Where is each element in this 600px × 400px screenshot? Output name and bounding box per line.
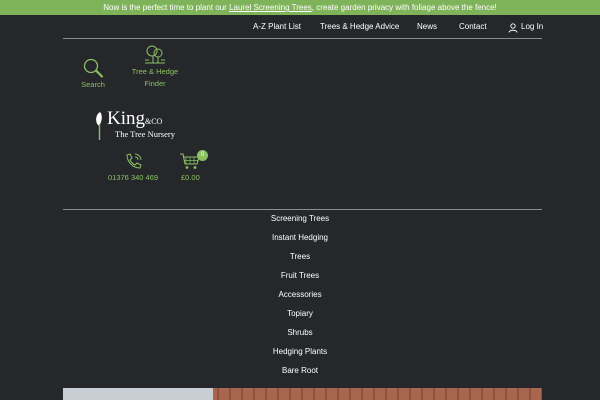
menu-instant-hedging[interactable]: Instant Hedging <box>0 233 600 242</box>
finder-label-line1: Tree & Hedge <box>131 67 179 76</box>
menu-fruit-trees[interactable]: Fruit Trees <box>0 271 600 280</box>
promo-text-end: , create garden privacy with foliage abo… <box>311 3 497 12</box>
promo-banner: Now is the perfect time to plant our Lau… <box>0 0 600 15</box>
promo-text-start: Now is the perfect time to plant our <box>103 3 230 12</box>
finder-label-line2: Finder <box>144 79 166 88</box>
menu-bare-root[interactable]: Bare Root <box>0 366 600 375</box>
search-icon <box>83 58 104 78</box>
menu-shrubs[interactable]: Shrubs <box>0 328 600 337</box>
menu-accessories[interactable]: Accessories <box>0 290 600 299</box>
nav-contact[interactable]: Contact <box>459 22 487 31</box>
tree-logo-icon <box>96 112 102 140</box>
nav-trees-hedge-advice[interactable]: Trees & Hedge Advice <box>320 22 399 31</box>
menu-hedging-plants[interactable]: Hedging Plants <box>0 347 600 356</box>
nav-login[interactable]: Log In <box>521 22 543 31</box>
menu-divider <box>63 209 542 210</box>
menu-topiary[interactable]: Topiary <box>0 309 600 318</box>
user-icon[interactable] <box>508 23 518 33</box>
header-divider <box>63 38 542 39</box>
logo-tagline: The Tree Nursery <box>115 129 175 139</box>
cart-total[interactable]: £0.00 <box>181 173 200 182</box>
phone-number[interactable]: 01376 340 469 <box>108 173 158 182</box>
cart-count-badge: 0 <box>197 150 208 161</box>
menu-screening-trees[interactable]: Screening Trees <box>0 214 600 223</box>
hero-image <box>63 388 542 400</box>
site-logo[interactable]: King&CO The Tree Nursery <box>93 108 188 144</box>
tree-hedge-finder-button[interactable]: Tree & Hedge Finder <box>127 44 183 90</box>
menu-trees[interactable]: Trees <box>0 252 600 261</box>
phone-icon[interactable] <box>123 152 145 170</box>
search-button[interactable]: Search <box>76 57 110 91</box>
nav-az-plant-list[interactable]: A-Z Plant List <box>253 22 301 31</box>
nav-news[interactable]: News <box>417 22 437 31</box>
promo-link[interactable]: Laurel Screening Trees <box>229 3 312 12</box>
tree-finder-icon <box>145 45 165 64</box>
search-label: Search <box>81 80 105 89</box>
